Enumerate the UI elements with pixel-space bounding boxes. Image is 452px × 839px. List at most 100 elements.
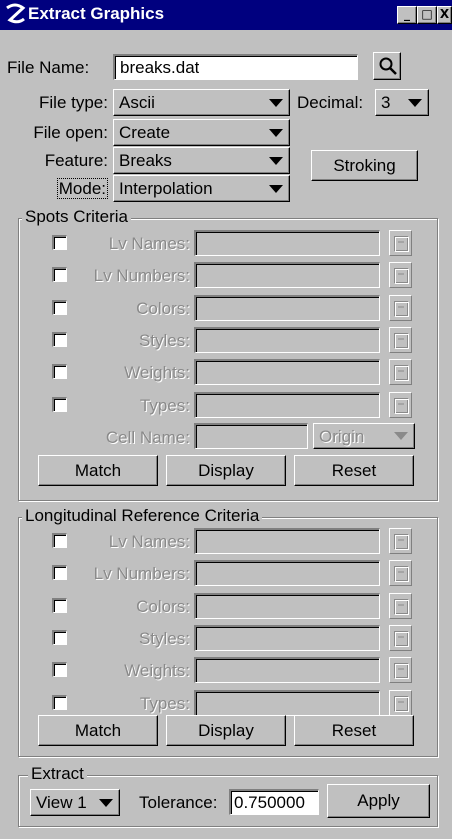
feature-value: Breaks <box>119 151 172 170</box>
origin-select[interactable]: Origin <box>313 423 415 449</box>
long-display-button[interactable]: Display <box>166 715 286 746</box>
mode-value: Interpolation <box>119 179 213 198</box>
long-reset-button[interactable]: Reset <box>294 715 414 746</box>
spots-row-label: Weights: <box>124 363 190 382</box>
spots-match-label: Match <box>74 460 122 480</box>
title-bar[interactable]: Extract Graphics _ □ X <box>0 0 452 30</box>
picker-icon <box>394 663 409 679</box>
magnifier-icon <box>379 57 397 75</box>
extract-title: Extract <box>28 764 87 784</box>
spots-criteria-input[interactable] <box>194 359 380 385</box>
spots-row-label: Styles: <box>138 331 190 350</box>
spots-picker-button[interactable] <box>389 262 412 288</box>
cell-name-input[interactable] <box>194 423 308 449</box>
chevron-down-icon <box>269 184 283 193</box>
longitudinal-row-label: Weights: <box>124 661 190 680</box>
file-type-label: File type: <box>39 93 108 112</box>
minimize-icon: _ <box>404 7 410 21</box>
picker-icon <box>394 398 409 414</box>
chevron-down-icon <box>269 128 283 137</box>
maximize-button[interactable]: □ <box>417 6 437 24</box>
longitudinal-criteria-input[interactable] <box>194 625 380 651</box>
longitudinal-picker-button[interactable] <box>389 528 412 554</box>
longitudinal-picker-button[interactable] <box>389 625 412 651</box>
longitudinal-row-label: Lv Numbers: <box>93 564 190 583</box>
longitudinal-row-label: Lv Names: <box>108 532 190 551</box>
longitudinal-row-label: Colors: <box>136 597 190 616</box>
chevron-down-icon <box>394 432 408 440</box>
picker-icon <box>394 333 409 349</box>
spots-row-label: Colors: <box>136 299 190 318</box>
feature-select[interactable]: Breaks <box>113 147 290 174</box>
cell-name-label: Cell Name: <box>105 428 190 447</box>
file-open-select[interactable]: Create <box>113 119 290 146</box>
apply-button[interactable]: Apply <box>327 784 430 818</box>
picker-icon <box>394 534 409 550</box>
decimal-value: 3 <box>381 93 391 112</box>
picker-icon <box>394 236 409 252</box>
longitudinal-row-label: Types: <box>139 694 190 713</box>
spots-criteria-input[interactable] <box>194 230 380 256</box>
origin-value: Origin <box>319 427 365 446</box>
tolerance-input[interactable]: 0.750000 <box>229 789 319 815</box>
spots-reset-button[interactable]: Reset <box>294 455 414 486</box>
spots-display-label: Display <box>198 460 254 480</box>
decimal-select[interactable]: 3 <box>375 89 429 116</box>
picker-icon <box>394 696 409 712</box>
mode-select[interactable]: Interpolation <box>113 175 290 202</box>
file-name-label: File Name: <box>7 58 90 77</box>
view-value: View 1 <box>36 793 87 812</box>
spots-criteria-input[interactable] <box>194 262 380 288</box>
feature-label: Feature: <box>44 151 108 170</box>
spots-picker-button[interactable] <box>389 392 412 418</box>
longitudinal-picker-button[interactable] <box>389 690 412 716</box>
file-type-select[interactable]: Ascii <box>113 89 290 116</box>
longitudinal-criteria-input[interactable] <box>194 690 380 716</box>
longitudinal-criteria-input[interactable] <box>194 657 380 683</box>
long-match-button[interactable]: Match <box>38 715 158 746</box>
picker-icon <box>394 599 409 615</box>
tolerance-label: Tolerance: <box>139 793 218 812</box>
chevron-down-icon <box>99 798 113 807</box>
picker-icon <box>394 301 409 317</box>
file-name-value: breaks.dat <box>120 58 200 77</box>
spots-criteria-input[interactable] <box>194 392 380 418</box>
long-display-label: Display <box>198 720 254 740</box>
spots-match-button[interactable]: Match <box>38 455 158 486</box>
tolerance-value: 0.750000 <box>234 793 305 812</box>
browse-file-button[interactable] <box>373 52 401 80</box>
stroking-button[interactable]: Stroking <box>311 150 418 181</box>
view-select[interactable]: View 1 <box>30 789 120 816</box>
spots-criteria-input[interactable] <box>194 327 380 353</box>
chevron-down-icon <box>269 98 283 107</box>
close-button[interactable]: X <box>437 6 452 24</box>
spots-picker-button[interactable] <box>389 359 412 385</box>
picker-icon <box>394 365 409 381</box>
chevron-down-icon <box>408 98 422 107</box>
app-logo-icon <box>6 3 26 24</box>
long-match-label: Match <box>74 720 122 740</box>
longitudinal-picker-button[interactable] <box>389 657 412 683</box>
spots-row-label: Types: <box>139 396 190 415</box>
spots-picker-button[interactable] <box>389 295 412 321</box>
longitudinal-criteria-input[interactable] <box>194 593 380 619</box>
minimize-button[interactable]: _ <box>397 6 417 24</box>
longitudinal-criteria-input[interactable] <box>194 560 380 586</box>
spots-display-button[interactable]: Display <box>166 455 286 486</box>
spots-criteria-input[interactable] <box>194 295 380 321</box>
longitudinal-row-label: Styles: <box>138 629 190 648</box>
file-name-input[interactable]: breaks.dat <box>113 54 358 80</box>
long-reset-label: Reset <box>331 720 377 740</box>
longitudinal-picker-button[interactable] <box>389 560 412 586</box>
close-icon: X <box>439 7 450 21</box>
longitudinal-criteria-title: Longitudinal Reference Criteria <box>22 506 263 526</box>
spots-row-label: Lv Names: <box>108 234 190 253</box>
picker-icon <box>394 268 409 284</box>
spots-row-label: Lv Numbers: <box>93 266 190 285</box>
file-type-value: Ascii <box>119 93 155 112</box>
spots-picker-button[interactable] <box>389 230 412 256</box>
spots-picker-button[interactable] <box>389 327 412 353</box>
longitudinal-criteria-input[interactable] <box>194 528 380 554</box>
stroking-button-label: Stroking <box>333 155 396 175</box>
longitudinal-picker-button[interactable] <box>389 593 412 619</box>
